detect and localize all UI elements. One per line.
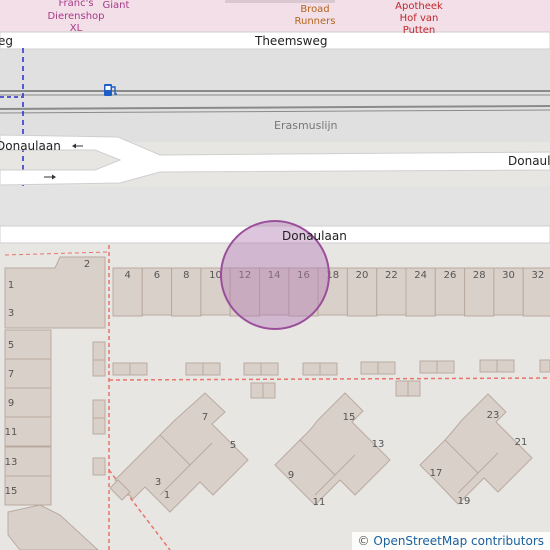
poi-giant[interactable]: Giant xyxy=(103,0,130,11)
house-number: 17 xyxy=(430,468,443,479)
building xyxy=(7,504,99,550)
house-number: 20 xyxy=(356,270,369,281)
house-number: 22 xyxy=(385,270,398,281)
copyright-symbol: © xyxy=(357,534,370,548)
house-number: 5 xyxy=(8,340,14,351)
house-number: 24 xyxy=(414,270,427,281)
house-number: 23 xyxy=(487,410,500,421)
house-number: 5 xyxy=(230,440,236,451)
house-number: 13 xyxy=(5,457,18,468)
house-number: 15 xyxy=(343,412,356,423)
building-strip xyxy=(225,0,335,3)
house-number: 13 xyxy=(372,439,385,450)
house-number: 11 xyxy=(313,497,326,508)
rail-label-erasmuslijn: Erasmuslijn xyxy=(274,119,338,132)
poi-apotheek-line2: Hof van xyxy=(400,13,439,24)
house-number: 1 xyxy=(164,490,170,501)
poi-francs[interactable]: Franc's xyxy=(58,0,93,9)
footpath xyxy=(4,251,109,256)
poi-broad-line2: Runners xyxy=(295,16,336,27)
poi-broad-line1: Broad xyxy=(300,4,329,15)
house-number: 28 xyxy=(473,270,486,281)
house-number: 26 xyxy=(444,270,457,281)
poi-francs-line2: Dierenshop xyxy=(47,11,104,22)
house-number: 32 xyxy=(531,270,544,281)
poi-broad-runners[interactable]: Broad Runners xyxy=(295,4,336,27)
house-number: 7 xyxy=(202,412,208,423)
street-label-donaulaan-right: Donaula xyxy=(508,154,550,168)
house-number: 11 xyxy=(5,427,18,438)
house-number: 9 xyxy=(8,398,14,409)
openstreetmap-link[interactable]: OpenStreetMap contributors xyxy=(373,534,544,548)
house-number: 7 xyxy=(8,369,14,380)
street-label-donaulaan-left: Donaulaan xyxy=(0,139,61,153)
house-number: 1 xyxy=(8,280,14,291)
building-cluster xyxy=(419,393,533,505)
building-cluster xyxy=(109,392,249,513)
house-number: 19 xyxy=(458,496,471,507)
donaulaan-road-upper[interactable] xyxy=(0,134,550,186)
house-number: 2 xyxy=(84,259,90,270)
attribution: © OpenStreetMap contributors xyxy=(351,532,550,550)
house-number: 15 xyxy=(5,486,18,497)
street-label-theemsweg: Theemsweg xyxy=(254,34,327,48)
house-number: 21 xyxy=(515,437,528,448)
street-label-theemsweg-left: eg xyxy=(0,34,13,48)
house-number: 6 xyxy=(154,270,160,281)
map-canvas[interactable]: 4 6 8 10 12 14 16 18 20 22 24 26 28 30 322 13579111315… xyxy=(0,0,550,550)
house-number: 8 xyxy=(183,270,189,281)
house-number: 3 xyxy=(155,477,161,488)
poi-francs-line3: XL xyxy=(70,23,83,34)
footpath xyxy=(108,377,550,381)
poi-apotheek-line1: Apotheek xyxy=(395,1,443,12)
house-number: 30 xyxy=(502,270,515,281)
house-number: 4 xyxy=(124,270,130,281)
poi-apotheek-line3: Putten xyxy=(403,25,436,36)
house-number: 3 xyxy=(8,308,14,319)
street-label-donaulaan: Donaulaan xyxy=(282,229,347,243)
house-number: 9 xyxy=(288,470,294,481)
